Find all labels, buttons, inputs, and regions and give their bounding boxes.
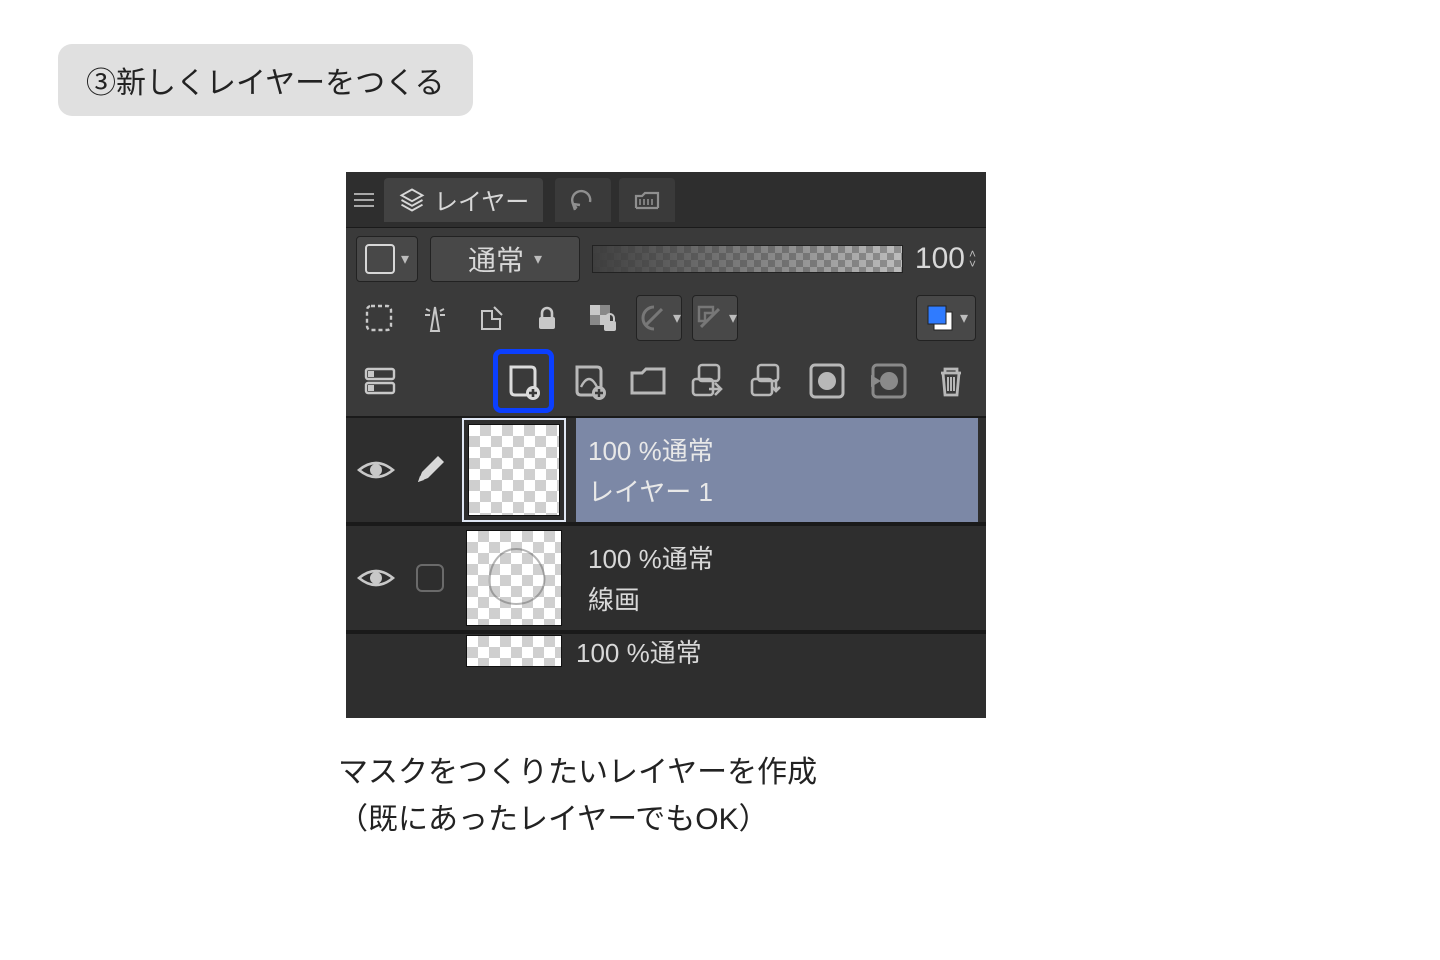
mask-enable-button[interactable]: ▾	[636, 295, 682, 341]
draft-layer-button[interactable]	[468, 295, 514, 341]
layers-panel: レイヤー ▾ 通常 ▾	[346, 172, 986, 718]
layers-icon	[398, 186, 426, 214]
draft-icon	[474, 301, 508, 335]
opacity-slider[interactable]	[592, 245, 903, 273]
create-mask-button[interactable]	[802, 356, 852, 406]
panel-header: レイヤー	[346, 172, 986, 228]
blend-mode-button[interactable]: 通常 ▾	[430, 236, 580, 282]
chevron-down-icon: ▾	[960, 308, 968, 328]
layer-thumbnail[interactable]	[462, 526, 566, 630]
merge-down-button[interactable]	[743, 356, 790, 406]
layer-row[interactable]: 100 %通常 レイヤー 1	[346, 416, 986, 524]
transfer-down-button[interactable]	[684, 356, 731, 406]
tab-history[interactable]	[555, 178, 611, 222]
lock-icon	[532, 303, 562, 333]
chevron-down-icon: ▾	[534, 249, 542, 269]
layer-name: レイヤー 1	[588, 472, 978, 509]
layer-row-partial[interactable]: 100 %通常	[346, 632, 986, 668]
chevron-down-icon: ▾	[401, 249, 409, 269]
checker-lock-icon	[586, 301, 620, 335]
visibility-toggle[interactable]	[354, 556, 398, 600]
spinner-icon: ˄˅	[969, 249, 976, 269]
lock-layer-button[interactable]	[524, 295, 570, 341]
tab-layers-label: レイヤー	[434, 182, 529, 217]
layer-name: 線画	[588, 580, 978, 617]
lock-transparent-button[interactable]	[580, 295, 626, 341]
new-folder-button[interactable]	[625, 356, 672, 406]
layer-thumbnail	[462, 632, 566, 668]
new-layer-icon	[501, 359, 545, 403]
caption-line-2: （既にあったレイヤーでもOK）	[338, 797, 817, 844]
delete-layer-button[interactable]	[926, 356, 976, 406]
layer-options-row: ▾ ▾ ▾	[346, 290, 986, 346]
layer-settings-row: ▾ 通常 ▾ 100 ˄˅	[346, 228, 986, 290]
apply-mask-button[interactable]	[864, 356, 914, 406]
tab-layers[interactable]: レイヤー	[384, 178, 543, 222]
eye-icon	[357, 456, 395, 484]
ruler-off-icon	[693, 301, 727, 335]
other-tabs	[555, 178, 675, 222]
merge-down-icon	[744, 359, 788, 403]
ruler-enable-button[interactable]: ▾	[692, 295, 738, 341]
apply-mask-icon	[867, 359, 911, 403]
eye-icon	[357, 564, 395, 592]
caption-line-1: マスクをつくりたいレイヤーを作成	[338, 750, 817, 797]
visibility-toggle[interactable]	[354, 448, 398, 492]
caption: マスクをつくりたいレイヤーを作成 （既にあったレイヤーでもOK）	[338, 750, 817, 843]
two-pane-button[interactable]	[356, 356, 403, 406]
editing-indicator	[408, 556, 452, 600]
tab-autoaction[interactable]	[619, 178, 675, 222]
editing-indicator	[408, 448, 452, 492]
mask-icon	[805, 359, 849, 403]
pencil-icon	[412, 452, 448, 488]
blend-mode-label: 通常	[468, 239, 524, 279]
dashed-selection-icon	[362, 301, 396, 335]
step-label: ③新しくレイヤーをつくる	[86, 67, 445, 100]
trash-icon	[931, 361, 971, 401]
transfer-down-icon	[685, 359, 729, 403]
layer-row[interactable]: 100 %通常 線画	[346, 524, 986, 632]
lighthouse-icon	[418, 301, 452, 335]
palette-swatch-icon	[365, 244, 395, 274]
chevron-down-icon: ▾	[673, 308, 681, 328]
folder-icon	[626, 359, 670, 403]
fg-bg-color-icon	[924, 302, 956, 334]
step-badge: ③新しくレイヤーをつくる	[58, 44, 473, 116]
layer-opacity-label: 100 %通常	[588, 431, 978, 468]
undo-icon	[568, 188, 598, 212]
opacity-value-stepper[interactable]: 100 ˄˅	[915, 242, 976, 276]
new-vector-layer-button[interactable]	[566, 356, 613, 406]
new-layer-button-highlight	[493, 349, 554, 413]
two-pane-icon	[360, 361, 400, 401]
checkbox-off-icon	[416, 564, 444, 592]
mask-off-icon	[637, 301, 671, 335]
hamburger-icon[interactable]	[352, 188, 376, 212]
opacity-value: 100	[915, 242, 965, 276]
new-vector-layer-icon	[567, 359, 611, 403]
layer-opacity-label: 100 %通常	[588, 539, 978, 576]
palette-color-button[interactable]: ▾	[356, 236, 418, 282]
layer-thumbnail[interactable]	[462, 418, 566, 522]
chevron-down-icon: ▾	[729, 308, 737, 328]
reference-layer-button[interactable]	[412, 295, 458, 341]
clip-to-layer-button[interactable]	[356, 295, 402, 341]
tab-icon	[632, 188, 662, 212]
layer-info[interactable]: 100 %通常 線画	[576, 526, 978, 630]
layer-list: 100 %通常 レイヤー 1 100 %通常 線画	[346, 416, 986, 668]
new-raster-layer-button[interactable]	[498, 356, 548, 406]
layer-info[interactable]: 100 %通常 レイヤー 1	[576, 418, 978, 522]
layer-actions-row	[346, 346, 986, 416]
layer-color-button[interactable]: ▾	[916, 295, 976, 341]
layer-opacity-label: 100 %通常	[576, 633, 702, 669]
